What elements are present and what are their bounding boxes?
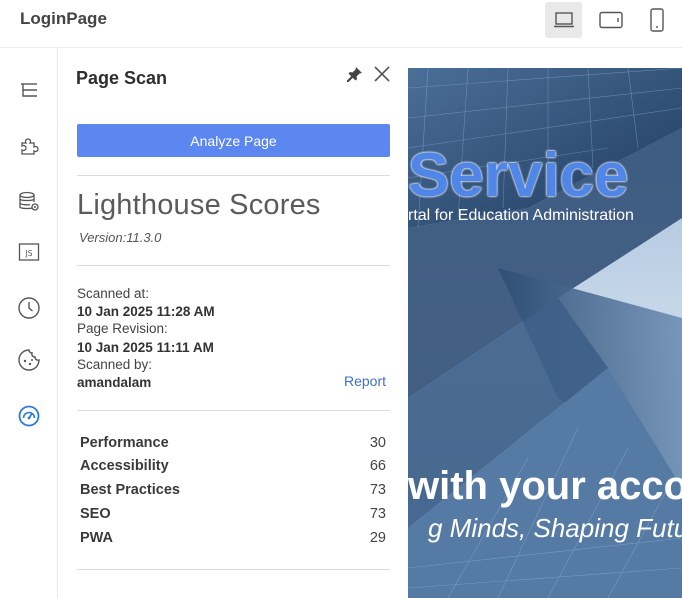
divider [77,175,390,176]
puzzle-icon[interactable] [17,134,41,158]
page-preview: Service rtal for Education Administratio… [408,48,682,598]
lighthouse-version: Version:11.3.0 [79,230,162,245]
page-revision-label: Page Revision: [77,321,168,336]
desktop-view-button[interactable] [545,2,582,38]
score-name-accessibility: Accessibility [80,458,169,474]
score-name-seo: SEO [80,506,111,522]
lighthouse-title: Lighthouse Scores [77,189,321,221]
tool-rail: JS [0,48,58,598]
report-link[interactable]: Report [344,373,386,389]
clock-icon[interactable] [17,296,41,320]
page-scan-panel: Page Scan Analyze Page Lighthouse Scores… [58,48,408,598]
divider [77,265,390,266]
close-icon[interactable] [373,65,391,83]
divider [77,410,390,411]
js-file-icon[interactable]: JS [17,240,41,264]
score-name-best-practices: Best Practices [80,482,180,498]
mobile-icon [649,8,664,32]
score-name-pwa: PWA [80,530,114,546]
database-gear-icon[interactable] [17,190,41,214]
score-name-performance: Performance [80,435,169,451]
app-title: LoginPage [20,9,107,28]
desktop-icon [553,12,574,28]
svg-text:JS: JS [25,249,33,258]
cookie-icon[interactable] [17,348,41,372]
panel-title: Page Scan [76,68,168,88]
scanned-by-label: Scanned by: [77,357,153,372]
top-bar: LoginPage [0,0,682,48]
tablet-icon [598,11,623,29]
pin-icon[interactable] [346,65,364,83]
page-revision-value: 10 Jan 2025 11:11 AM [77,340,214,355]
gauge-icon[interactable] [17,404,41,428]
scanned-by-value: amandalam [77,375,152,390]
score-value-performance: 30 [369,435,386,451]
scanned-at-label: Scanned at: [77,286,150,301]
hero-title: Service [408,141,629,210]
layers-icon[interactable] [17,78,41,102]
score-value-best-practices: 73 [369,482,386,498]
hero-subtitle: rtal for Education Administration [408,207,634,224]
hero-tagline: g Minds, Shaping Futu [428,513,682,543]
hero-heading: with your acco [408,464,682,508]
score-value-seo: 73 [369,506,386,522]
score-value-accessibility: 66 [369,458,386,474]
analyze-page-button[interactable]: Analyze Page [77,124,390,157]
mobile-view-button[interactable] [638,2,675,38]
tablet-view-button[interactable] [592,2,629,38]
scanned-at-value: 10 Jan 2025 11:28 AM [77,304,215,319]
divider [77,569,390,570]
score-value-pwa: 29 [369,530,386,546]
